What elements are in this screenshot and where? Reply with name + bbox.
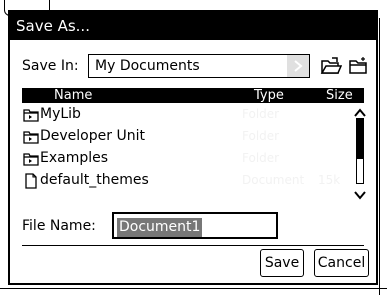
folder-icon: [23, 129, 39, 144]
file-list-scrollbar[interactable]: [354, 104, 366, 200]
file-name-value: Document1: [117, 218, 203, 237]
list-item-size: 15k: [318, 173, 341, 187]
list-item-type: Document: [242, 173, 305, 187]
file-list-header: Name Type Size: [22, 88, 364, 103]
new-folder-icon[interactable]: [348, 56, 370, 76]
folder-icon: [23, 107, 39, 122]
column-header-type[interactable]: Type: [254, 88, 284, 103]
column-header-size[interactable]: Size: [326, 88, 353, 103]
save-button[interactable]: Save: [260, 249, 304, 277]
list-item-type: Folder: [242, 107, 280, 121]
save-in-dropdown[interactable]: My Documents: [88, 54, 310, 78]
save-in-value: My Documents: [95, 58, 200, 74]
cancel-button[interactable]: Cancel: [314, 249, 369, 277]
file-name-label: File Name:: [22, 218, 96, 234]
column-header-name[interactable]: Name: [54, 88, 92, 103]
chevron-right-icon[interactable]: [287, 55, 309, 77]
list-item-name: default_themes: [40, 172, 149, 188]
list-item[interactable]: default_themes Document 15k: [22, 169, 352, 191]
list-item[interactable]: Examples Folder: [22, 147, 352, 169]
scroll-up-arrow-icon[interactable]: [354, 104, 366, 117]
document-icon: [23, 173, 39, 189]
background-right-edge: [379, 18, 387, 295]
divider: [22, 245, 364, 246]
save-as-dialog: Save As... Save In: My Documents Name Ty…: [8, 10, 378, 285]
list-item-name: MyLib: [40, 106, 81, 122]
list-item[interactable]: MyLib Folder: [22, 103, 352, 125]
list-item-type: Folder: [242, 151, 280, 165]
open-folder-icon[interactable]: [320, 56, 343, 76]
save-in-label: Save In:: [22, 58, 79, 74]
folder-icon: [23, 151, 39, 166]
dialog-title: Save As...: [10, 12, 376, 40]
list-item-name: Examples: [40, 150, 109, 166]
list-item[interactable]: Developer Unit Folder: [22, 125, 352, 147]
file-name-input[interactable]: Document1: [112, 212, 278, 239]
list-item-name: Developer Unit: [40, 128, 145, 144]
list-item-type: Folder: [242, 129, 280, 143]
file-list[interactable]: MyLib Folder Developer Unit Folder Examp…: [22, 103, 352, 197]
scrollbar-thumb[interactable]: [357, 119, 363, 159]
background-bottom-edge: [0, 288, 387, 295]
scroll-down-arrow-icon[interactable]: [354, 186, 366, 200]
scrollbar-track[interactable]: [356, 118, 364, 184]
